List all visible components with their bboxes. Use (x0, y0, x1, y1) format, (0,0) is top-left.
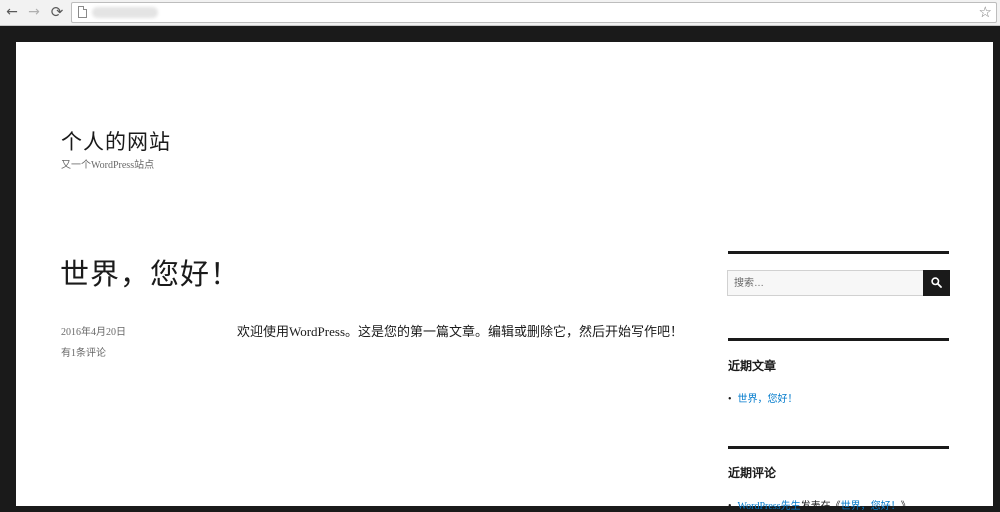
back-arrow-icon[interactable]: ← (4, 4, 20, 20)
post-title[interactable]: 世界，您好！ (60, 251, 240, 293)
site-title[interactable]: 个人的网站 (61, 126, 171, 156)
widget-divider (728, 446, 949, 449)
search-input[interactable] (727, 270, 924, 296)
recent-posts-list: • 世界，您好！ (728, 390, 798, 405)
browser-toolbar: ← → ⟳ ☆ (0, 0, 1000, 26)
comment-text-end: 》 (900, 501, 911, 512)
bookmark-star-icon[interactable]: ☆ (979, 3, 992, 22)
post-body: 欢迎使用WordPress。这是您的第一篇文章。编辑或删除它，然后开始写作吧！ (237, 324, 684, 339)
post-date[interactable]: 2016年4月20日 (61, 323, 126, 338)
comment-author-link[interactable]: WordPress先生 (738, 501, 801, 512)
reload-icon[interactable]: ⟳ (49, 4, 65, 20)
search-icon (931, 277, 942, 288)
page-icon (78, 6, 87, 18)
page-content: 个人的网站 又一个WordPress站点 世界，您好！ 2016年4月20日 有… (16, 42, 993, 512)
site-description: 又一个WordPress站点 (61, 160, 155, 171)
recent-comments-list: • WordPress先生发表在《世界，您好！》 (728, 497, 911, 512)
address-bar[interactable]: ☆ (71, 2, 997, 23)
comment-text: 发表在《 (800, 501, 841, 512)
widget-divider (728, 251, 949, 254)
list-item: • WordPress先生发表在《世界，您好！》 (728, 501, 911, 512)
forward-arrow-icon[interactable]: → (26, 4, 42, 20)
search-button[interactable] (923, 270, 950, 296)
post-comments-link[interactable]: 有1条评论 (61, 344, 106, 359)
recent-posts-title: 近期文章 (728, 359, 777, 373)
recent-comments-title: 近期评论 (728, 466, 777, 480)
widget-divider (728, 338, 949, 341)
list-item: • 世界，您好！ (728, 394, 798, 405)
comment-post-link[interactable]: 世界，您好！ (841, 501, 901, 512)
recent-post-link[interactable]: 世界，您好！ (738, 394, 798, 405)
blurred-url (92, 7, 158, 18)
